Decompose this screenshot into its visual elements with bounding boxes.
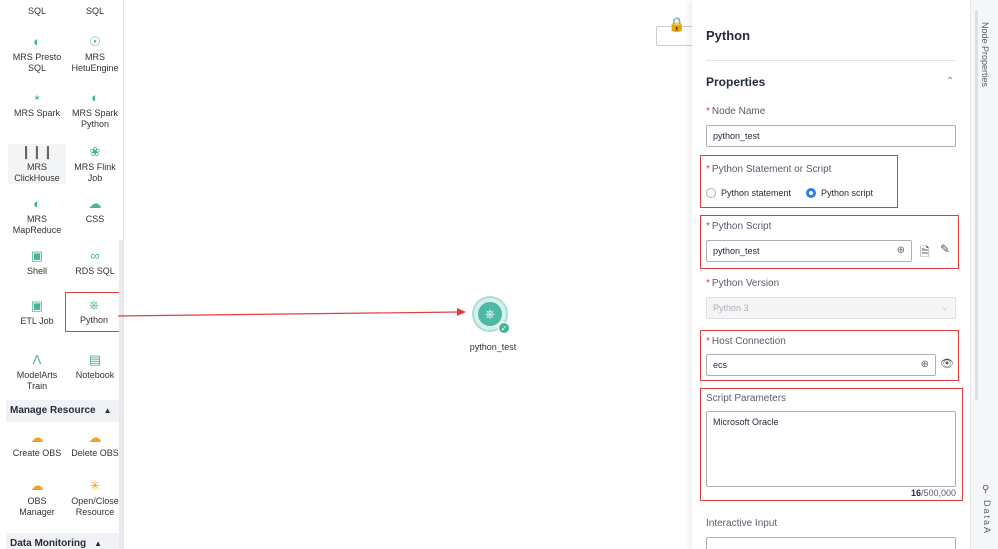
divider	[706, 60, 956, 61]
script-label: * Python Script	[706, 221, 772, 232]
check-icon: ✓	[498, 322, 510, 334]
modelarts-icon: Λ	[32, 352, 42, 367]
panel-title: Python	[706, 28, 751, 43]
palette-item-mrs-spark-python[interactable]: ◐ MRS Spark Python	[66, 90, 123, 130]
python-icon: ⎈	[478, 302, 502, 326]
presto-icon: ◐	[33, 34, 41, 49]
section-data-monitoring[interactable]: Data Monitoring ▲	[6, 533, 120, 549]
palette-item-modelarts-train[interactable]: Λ ModelArts Train	[8, 352, 66, 392]
chevron-down-icon: ⌄	[940, 302, 949, 313]
palette-item-sql-2[interactable]: SQL	[66, 6, 123, 17]
host-select[interactable]: ecs ⊕	[706, 354, 936, 376]
palette-item-open-close-resource[interactable]: ✳ Open/Close Resource	[66, 478, 123, 518]
params-label: Script Parameters	[706, 393, 787, 404]
palette-item-css[interactable]: ☁ CSS	[66, 196, 123, 225]
interactive-input-label: Interactive Input	[706, 518, 778, 529]
clickhouse-icon: ❙❙❙	[20, 144, 54, 159]
palette-item-obs-manager[interactable]: ☁ OBS Manager	[8, 478, 66, 518]
open-close-resource-icon: ✳	[89, 478, 101, 493]
radio-python-statement[interactable]: Python statement	[706, 188, 791, 198]
palette-item-rds-sql[interactable]: ∞ RDS SQL	[66, 248, 123, 277]
etl-icon: ▣	[30, 298, 44, 313]
add-circle-icon[interactable]: ⊕	[921, 355, 929, 375]
caret-up-icon: ▲	[103, 406, 112, 415]
edit-icon[interactable]: ✎	[940, 242, 950, 256]
version-label: * Python Version	[706, 278, 780, 289]
spark-python-icon: ◐	[91, 90, 99, 105]
flink-icon: ❀	[89, 144, 101, 159]
css-icon: ☁	[88, 196, 102, 211]
palette-item-mrs-flink[interactable]: ❀ MRS Flink Job	[66, 144, 123, 184]
node-name-input[interactable]: python_test	[706, 125, 956, 147]
rds-icon: ∞	[90, 248, 100, 263]
obs-manager-icon: ☁	[30, 478, 44, 493]
node-label: python_test	[469, 342, 517, 352]
version-select: Python 3 ⌄	[706, 297, 956, 319]
char-counter: 16/500,000	[910, 488, 956, 498]
caret-up-icon: ▲	[94, 539, 103, 548]
node-name-label: * Node Name	[706, 106, 766, 117]
palette-item-shell[interactable]: ▣ Shell	[8, 248, 66, 277]
radio-off-icon	[706, 188, 716, 198]
statement-label: * Python Statement or Script	[706, 164, 832, 175]
palette-item-mrs-hetuengine[interactable]: ☉ MRS HetuEngine	[66, 34, 123, 74]
palette-item-create-obs[interactable]: ☁ Create OBS	[8, 430, 66, 459]
delete-obs-icon: ☁	[88, 430, 102, 445]
chevron-up-icon[interactable]: ⌃	[946, 76, 954, 87]
hetu-icon: ☉	[89, 34, 101, 49]
palette-item-delete-obs[interactable]: ☁ Delete OBS	[66, 430, 123, 459]
palette-item-mrs-presto[interactable]: ◐ MRS Presto SQL	[8, 34, 66, 74]
node-palette: SQL SQL ◐ MRS Presto SQL ☉ MRS HetuEngine …	[0, 0, 124, 549]
palette-item-notebook[interactable]: ▤ Notebook	[66, 352, 123, 381]
interactive-input-field[interactable]	[706, 537, 956, 549]
node-properties-tab[interactable]: Node Properties	[980, 22, 990, 87]
panel-scrollbar[interactable]	[975, 10, 978, 400]
host-label: * Host Connection	[706, 336, 786, 347]
highlight-box	[700, 155, 898, 208]
radio-on-icon	[806, 188, 816, 198]
properties-header[interactable]: Properties	[706, 75, 765, 89]
palette-item-mrs-mapreduce[interactable]: ◐ MRS MapReduce	[8, 196, 66, 236]
palette-item-sql[interactable]: SQL	[8, 6, 66, 17]
lock-icon[interactable]: 🔒	[668, 16, 685, 34]
script-select[interactable]: python_test ⊕	[706, 240, 912, 262]
python-icon: ⎈	[88, 297, 100, 312]
palette-item-python[interactable]: ⎈ Python	[65, 292, 123, 332]
notebook-icon: ▤	[88, 352, 102, 367]
spark-icon: ✶	[33, 93, 41, 103]
section-manage-resource[interactable]: Manage Resource ▲	[6, 400, 120, 422]
create-obs-icon: ☁	[30, 430, 44, 445]
eye-icon[interactable]: 👁	[940, 357, 954, 370]
node-properties-panel: Python Properties ⌃ * Node Name python_te…	[692, 0, 970, 549]
palette-item-mrs-spark[interactable]: ✶ MRS Spark	[8, 90, 66, 119]
palette-item-mrs-clickhouse[interactable]: ❙❙❙ MRS ClickHouse	[8, 144, 66, 184]
data-assets-tab[interactable]: DataA	[982, 500, 992, 535]
mapreduce-icon: ◐	[33, 196, 41, 211]
radio-python-script[interactable]: Python script	[806, 188, 873, 198]
shell-icon: ▣	[30, 248, 44, 263]
palette-scrollbar[interactable]	[119, 240, 123, 549]
script-parameters-textarea[interactable]: Microsoft Oracle	[706, 411, 956, 487]
add-circle-icon[interactable]: ⊕	[897, 241, 905, 261]
search-icon[interactable]: ⚲	[982, 484, 989, 495]
new-script-icon[interactable]: 🗎	[920, 243, 930, 264]
palette-item-etl-job[interactable]: ▣ ETL Job	[8, 298, 66, 327]
python-node[interactable]: ⎈ ✓	[472, 296, 510, 334]
